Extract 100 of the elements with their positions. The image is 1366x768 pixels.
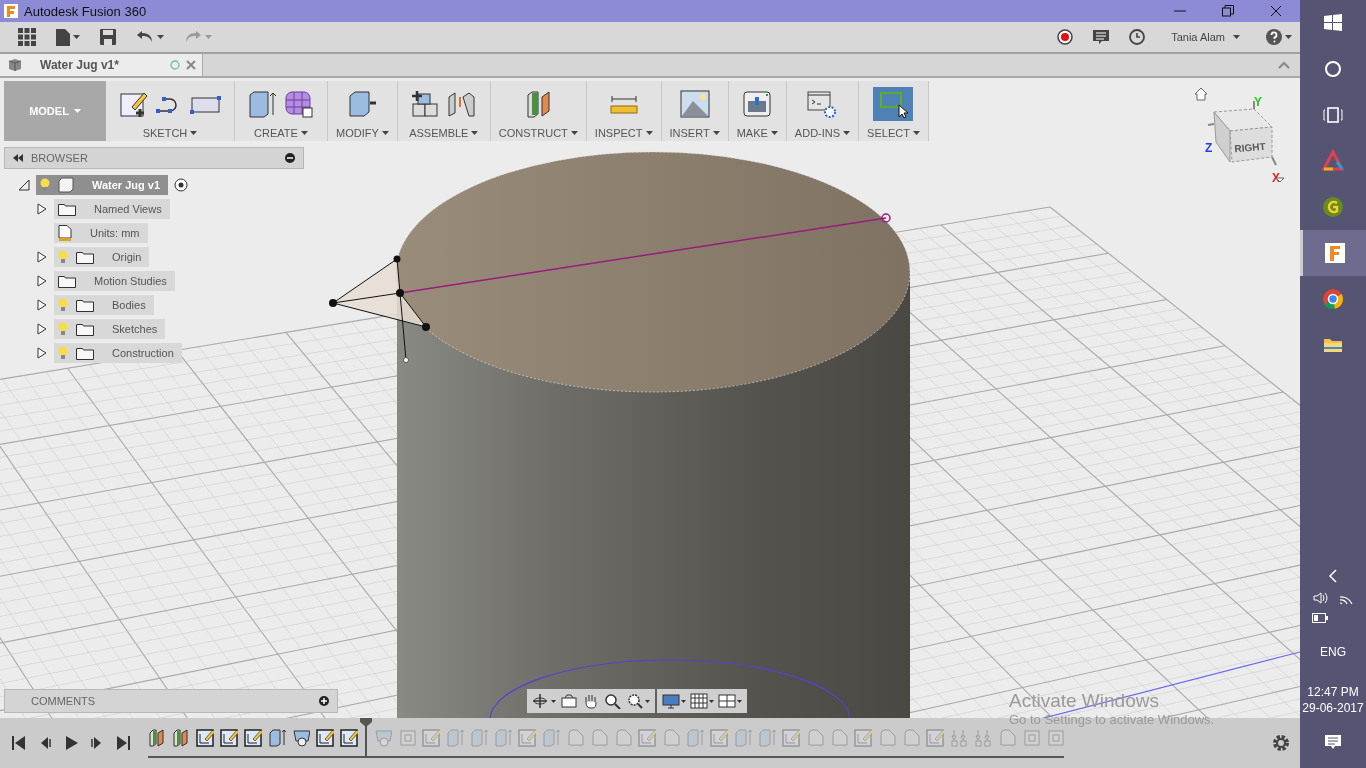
expand-triangle-icon[interactable] <box>36 203 48 215</box>
tree-item[interactable]: Bodies <box>54 295 154 315</box>
shell-feature-icon[interactable] <box>292 728 310 748</box>
lightbulb-icon[interactable] <box>58 298 68 312</box>
fusion-taskbar-button[interactable] <box>1300 230 1366 276</box>
double-arrow-icon[interactable] <box>13 154 23 162</box>
script-icon <box>806 89 839 119</box>
tree-item[interactable]: Origin <box>54 247 150 267</box>
minus-icon[interactable] <box>285 153 295 163</box>
tree-item[interactable]: Water Jug v1 <box>36 175 169 195</box>
sketch-feature-icon[interactable] <box>196 728 214 748</box>
orbit-icon[interactable] <box>532 693 556 709</box>
expand-triangle-icon[interactable] <box>36 251 48 263</box>
clock-icon <box>1129 29 1146 45</box>
caret-icon <box>912 131 920 135</box>
browser-title: BROWSER <box>31 152 89 164</box>
skip-end-button[interactable] <box>114 734 132 752</box>
monitor-icon[interactable] <box>662 693 686 709</box>
caret-icon <box>1285 35 1292 39</box>
caret-icon <box>645 131 653 135</box>
caret-icon <box>300 131 308 135</box>
printer-icon <box>741 89 774 119</box>
caret-icon <box>843 131 851 135</box>
caret-icon <box>770 131 778 135</box>
notification-icon[interactable] <box>1325 735 1341 750</box>
comments-title: COMMENTS <box>31 695 97 707</box>
ribbon-tool-group[interactable]: ASSEMBLE <box>397 81 491 141</box>
plane-feature-icon[interactable] <box>172 728 190 748</box>
chrome-icon <box>1321 287 1345 311</box>
lightbulb-icon[interactable] <box>58 346 68 360</box>
tree-item[interactable]: Motion Studies <box>54 271 175 291</box>
close-icon[interactable] <box>186 60 196 70</box>
form-icon <box>283 89 315 119</box>
chevron-left-icon[interactable] <box>1328 569 1338 583</box>
g-app-icon <box>1321 195 1345 219</box>
sketch-feature-icon[interactable] <box>244 728 262 748</box>
caret-icon <box>381 131 389 135</box>
lightbulb-icon[interactable] <box>40 178 50 192</box>
timeline-marker[interactable] <box>360 718 372 756</box>
ribbon-tool-group[interactable]: ADD-INS <box>786 81 860 141</box>
cube-icon <box>58 177 74 193</box>
triangle-icon <box>1321 149 1345 173</box>
sketch-feature-icon[interactable] <box>316 728 334 748</box>
zoom-window-icon[interactable] <box>626 693 650 709</box>
ribbon-tool-group[interactable]: INSERT <box>661 81 729 141</box>
caret-icon <box>205 35 212 39</box>
extrude-feature-icon[interactable] <box>268 728 286 748</box>
sketch-triangle-drawing[interactable] <box>329 255 430 363</box>
ribbon-tool-group[interactable]: CONSTRUCT <box>490 81 587 141</box>
clock-time[interactable]: 12:47 PM <box>1307 685 1359 699</box>
battery-icon[interactable] <box>1312 613 1329 623</box>
folder-icon <box>76 250 94 264</box>
expand-triangle-icon[interactable] <box>36 299 48 311</box>
settings-icon[interactable] <box>1272 734 1290 752</box>
expand-triangle-icon[interactable] <box>36 323 48 335</box>
document-tab[interactable]: Water Jug v1* <box>0 54 203 76</box>
language-indicator[interactable]: ENG <box>1320 645 1346 659</box>
folder-icon <box>58 202 76 216</box>
expand-triangle-icon[interactable] <box>36 347 48 359</box>
fusion-icon <box>1322 241 1347 265</box>
lightbulb-icon[interactable] <box>58 250 68 264</box>
radio-target-icon[interactable] <box>174 178 189 192</box>
skip-start-button[interactable] <box>10 734 28 752</box>
user-menu[interactable]: Tania Alam <box>1157 31 1254 43</box>
redo-icon <box>184 30 202 44</box>
sketch-feature-icon[interactable] <box>220 728 238 748</box>
zoom-icon[interactable] <box>604 693 622 709</box>
ribbon-tool-group[interactable]: MODIFY <box>328 81 398 141</box>
ribbon-tool-group[interactable]: SELECT <box>859 81 929 141</box>
press-pull-icon <box>346 89 379 119</box>
tree-item[interactable]: Named Views <box>54 199 170 219</box>
clock-date[interactable]: 29-06-2017 <box>1302 701 1364 715</box>
lightbulb-icon[interactable] <box>58 322 68 336</box>
speaker-icon[interactable] <box>1313 591 1329 605</box>
ribbon-tool-group[interactable]: MAKE <box>728 81 787 141</box>
cylinder-drawing[interactable] <box>395 151 911 718</box>
camera-icon[interactable] <box>560 693 578 709</box>
ribbon-tool-group[interactable]: SKETCH <box>106 81 235 141</box>
plane-feature-icon[interactable] <box>148 728 166 748</box>
circle-icon <box>170 60 180 70</box>
sketch-feature-icon[interactable] <box>340 728 358 748</box>
activation-message: Go to Settings to activate Windows. <box>1009 712 1215 727</box>
caret-icon <box>712 131 720 135</box>
add-icon[interactable] <box>319 696 329 706</box>
folder-icon <box>76 346 94 360</box>
ribbon-tool-group[interactable]: INSPECT <box>586 81 662 141</box>
pan-hand-icon[interactable] <box>582 693 600 709</box>
caret-icon <box>570 131 578 135</box>
close-icon <box>1270 5 1282 17</box>
document-ruler-icon <box>58 225 72 241</box>
tree-item[interactable]: Construction <box>54 343 182 363</box>
tree-item[interactable]: Sketches <box>54 319 166 339</box>
collapse-triangle-icon[interactable] <box>18 179 30 191</box>
grid-icon[interactable] <box>690 693 714 709</box>
app-logo-icon <box>4 4 18 18</box>
grid-icon <box>18 28 36 46</box>
expand-triangle-icon[interactable] <box>36 275 48 287</box>
ribbon-tool-group[interactable]: CREATE <box>235 81 328 141</box>
tree-item[interactable]: Units: mm <box>54 223 148 243</box>
viewports-icon[interactable] <box>718 693 742 709</box>
